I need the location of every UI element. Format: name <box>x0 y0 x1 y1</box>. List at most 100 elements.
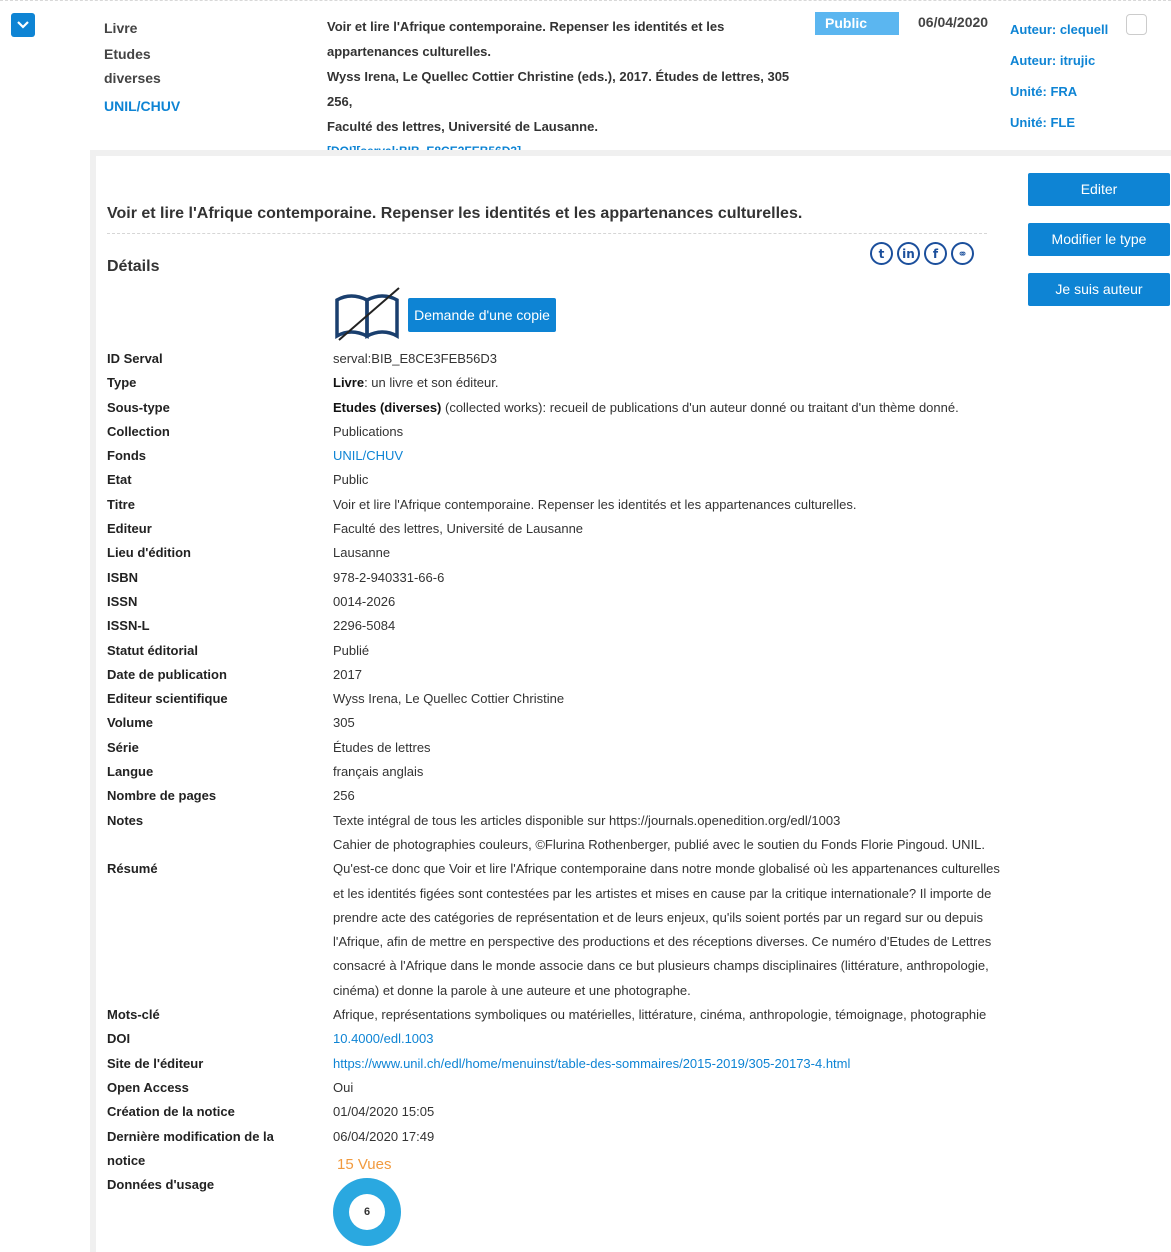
change-type-button[interactable]: Modifier le type <box>1028 223 1170 256</box>
summary-citation: Voir et lire l'Afrique contemporaine. Re… <box>327 14 807 164</box>
field-row: Collection Publications <box>107 420 1007 444</box>
field-row: ISSN-L 2296-5084 <box>107 614 1007 638</box>
field-row: Nombre de pages 256 <box>107 784 1007 808</box>
edit-button[interactable]: Editer <box>1028 173 1170 206</box>
field-value-text[interactable]: UNIL/CHUV <box>333 448 403 463</box>
field-label: Lieu d'édition <box>107 545 191 561</box>
field-value: Voir et lire l'Afrique contemporaine. Re… <box>333 493 1007 517</box>
field-label: ID Serval <box>107 351 163 366</box>
field-value: Publications <box>333 420 1007 444</box>
field-row: DOI 10.4000/edl.1003 <box>107 1027 1007 1051</box>
share-icons: t in f ⚭ <box>870 242 974 265</box>
field-label: ISSN-L <box>107 618 150 634</box>
field-value-text: 06/04/2020 17:49 <box>333 1128 435 1144</box>
field-value-text: Publié <box>333 642 370 658</box>
summary-title-line2[interactable]: appartenances culturelles. <box>327 39 807 64</box>
facebook-icon[interactable]: f <box>924 242 947 265</box>
field-value-text[interactable]: https://www.unil.ch/edl/home/menuinst/ta… <box>333 1056 850 1071</box>
summary-title-line1[interactable]: Voir et lire l'Afrique contemporaine. Re… <box>327 14 807 39</box>
field-value-line: Cahier de photographies couleurs, ©Fluri… <box>333 836 986 852</box>
field-value-link[interactable]: https://www.unil.ch/edl/home/menuinst/ta… <box>333 1052 1007 1076</box>
views-donut-value: 6 <box>349 1194 385 1230</box>
field-value: Études de lettres <box>333 736 1007 760</box>
field-value-text: (collected works): recueil de publicatio… <box>441 399 959 415</box>
field-label: Mots-clé <box>107 1007 160 1023</box>
field-label: Site de l'éditeur <box>107 1055 204 1071</box>
unit-link-1[interactable]: Unité: FRA <box>1010 76 1108 107</box>
field-value: Texte intégral de tous les articles disp… <box>333 809 1007 858</box>
field-value: 06/04/2020 17:49 <box>333 1125 1007 1174</box>
summary-citation-line1: Wyss Irena, Le Quellec Cottier Christine… <box>327 69 790 109</box>
chevron-down-icon <box>17 21 29 29</box>
views-donut-chart: 6 <box>333 1178 401 1246</box>
request-copy-button[interactable]: Demande d'une copie <box>408 298 556 332</box>
collapse-toggle-button[interactable] <box>11 13 35 37</box>
field-label: ISSN <box>107 593 138 609</box>
details-heading: Détails <box>107 258 160 275</box>
summary-authors: Auteur: clequell Auteur: itrujic Unité: … <box>1010 14 1108 138</box>
summary-type: Livre <box>104 20 138 36</box>
field-value: français anglais <box>333 760 1007 784</box>
field-label: Etat <box>107 472 132 488</box>
field-value-link[interactable]: UNIL/CHUV <box>333 444 1007 468</box>
field-label: Date de publication <box>107 666 227 682</box>
field-label-line: Dernière modification de la <box>107 1128 274 1144</box>
field-row: Editeur Faculté des lettres, Université d… <box>107 517 1007 541</box>
field-value-line: Texte intégral de tous les articles disp… <box>333 812 841 828</box>
field-value-text: Faculté des lettres, Université de Lausa… <box>333 521 584 537</box>
summary-type-column: Livre Etudes diverses UNIL/CHUV <box>104 15 284 119</box>
field-value-bold: Livre <box>333 375 365 391</box>
field-value-link[interactable]: 10.4000/edl.1003 <box>333 1027 1007 1051</box>
field-label: Titre <box>107 496 135 512</box>
field-value-text: 256 <box>333 788 355 804</box>
field-value-line: Qu'est-ce donc que Voir et lire l'Afriqu… <box>333 861 1000 877</box>
unit-link-2[interactable]: Unité: FLE <box>1010 107 1108 138</box>
field-value: 0014-2026 <box>333 590 1007 614</box>
author-link-2[interactable]: Auteur: itrujic <box>1010 45 1108 76</box>
field-row: Données d'usage <box>107 1173 1007 1197</box>
field-label-line: notice <box>107 1152 146 1168</box>
field-value-text: Public <box>333 472 369 488</box>
field-value-line: consacré à l'Afrique dans le monde assoc… <box>333 958 989 974</box>
author-link-1[interactable]: Auteur: clequell <box>1010 14 1108 45</box>
field-value-line: cinéma) et donne la parole à une auteure… <box>333 982 691 998</box>
select-checkbox[interactable] <box>1126 14 1147 35</box>
detail-title: Voir et lire l'Afrique contemporaine. Re… <box>107 205 803 222</box>
summary-citation-line2: Faculté des lettres, Université de Lausa… <box>327 119 598 134</box>
field-row: Dernière modification de la notice 06/04/2… <box>107 1125 1007 1174</box>
field-value <box>333 1173 1007 1197</box>
field-label: Editeur scientifique <box>107 691 228 707</box>
field-value: Qu'est-ce donc que Voir et lire l'Afriqu… <box>333 857 1007 1003</box>
field-value-text: 0014-2026 <box>333 593 396 609</box>
field-row: Volume 305 <box>107 711 1007 735</box>
field-row: Fonds UNIL/CHUV <box>107 444 1007 468</box>
title-divider <box>107 233 987 234</box>
field-value-text[interactable]: 10.4000/edl.1003 <box>333 1031 433 1046</box>
field-value-text: serval:BIB_E8CE3FEB56D3 <box>333 351 498 366</box>
field-value: 978-2-940331-66-6 <box>333 566 1007 590</box>
detail-fields: ID Serval serval:BIB_E8CE3FEB56D3 Type Livr… <box>107 347 1007 1197</box>
field-value: Publié <box>333 639 1007 663</box>
field-value: Wyss Irena, Le Quellec Cottier Christine <box>333 687 1007 711</box>
field-label: Données d'usage <box>107 1177 215 1193</box>
field-value-text: Lausanne <box>333 545 391 561</box>
link-icon[interactable]: ⚭ <box>951 242 974 265</box>
field-row: Langue français anglais <box>107 760 1007 784</box>
field-row: Open Access Oui <box>107 1076 1007 1100</box>
field-value: Etudes (diverses) (collected works): rec… <box>333 396 1007 420</box>
field-row: Titre Voir et lire l'Afrique contemporain… <box>107 493 1007 517</box>
linkedin-icon[interactable]: in <box>897 242 920 265</box>
field-row: Type Livre: un livre et son éditeur. <box>107 371 1007 395</box>
field-label: Open Access <box>107 1079 189 1095</box>
i-am-author-button[interactable]: Je suis auteur <box>1028 273 1170 306</box>
summary-subtype-2: diverses <box>104 70 161 86</box>
field-value: 305 <box>333 711 1007 735</box>
summary-fonds-link[interactable]: UNIL/CHUV <box>104 93 284 119</box>
top-divider <box>0 0 1171 1</box>
field-label: Type <box>107 375 137 391</box>
field-row: Création de la notice 01/04/2020 15:05 <box>107 1100 1007 1124</box>
field-value-text: 305 <box>333 715 355 731</box>
field-label: Sous-type <box>107 399 170 415</box>
field-row: Date de publication 2017 <box>107 663 1007 687</box>
twitter-icon[interactable]: t <box>870 242 893 265</box>
